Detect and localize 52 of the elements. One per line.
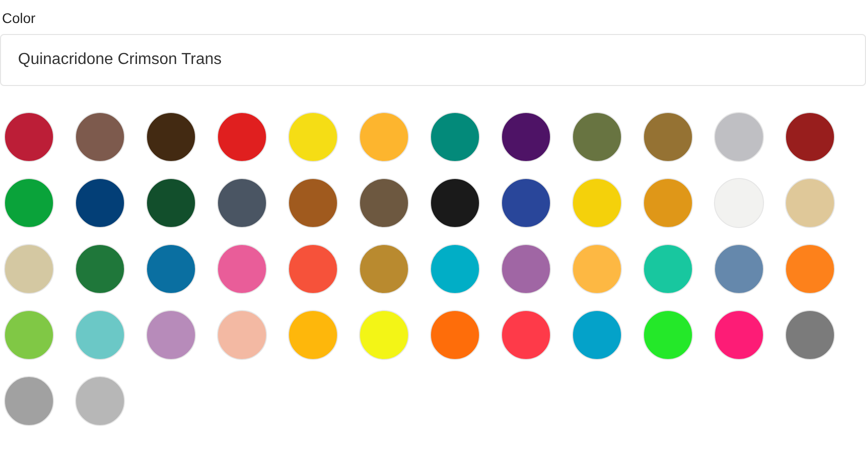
color-swatch[interactable] (359, 310, 409, 360)
color-swatch[interactable] (714, 310, 764, 360)
field-label: Color (2, 10, 36, 26)
color-swatch[interactable] (572, 244, 622, 294)
color-swatch[interactable] (146, 112, 196, 162)
color-swatch[interactable] (146, 244, 196, 294)
color-swatch[interactable] (785, 178, 835, 228)
color-swatch[interactable] (430, 112, 480, 162)
color-swatch[interactable] (572, 310, 622, 360)
color-swatch[interactable] (501, 310, 551, 360)
color-swatch[interactable] (714, 112, 764, 162)
color-swatch[interactable] (75, 112, 125, 162)
color-swatch[interactable] (785, 244, 835, 294)
color-swatch[interactable] (288, 112, 338, 162)
color-swatch[interactable] (501, 244, 551, 294)
color-name-field[interactable]: Quinacridone Crimson Trans (0, 34, 866, 86)
color-swatch[interactable] (714, 244, 764, 294)
color-swatch[interactable] (785, 310, 835, 360)
color-swatch[interactable] (501, 112, 551, 162)
color-swatch[interactable] (288, 244, 338, 294)
color-swatch[interactable] (75, 376, 125, 426)
color-swatch[interactable] (4, 178, 54, 228)
color-swatch[interactable] (572, 112, 622, 162)
color-swatch[interactable] (4, 376, 54, 426)
color-swatch[interactable] (643, 178, 693, 228)
color-swatch[interactable] (146, 178, 196, 228)
color-swatch[interactable] (430, 310, 480, 360)
color-swatch[interactable] (643, 244, 693, 294)
color-swatch[interactable] (501, 178, 551, 228)
color-swatch[interactable] (75, 310, 125, 360)
color-swatch[interactable] (359, 178, 409, 228)
color-swatch[interactable] (217, 310, 267, 360)
color-swatch[interactable] (785, 112, 835, 162)
color-swatch[interactable] (359, 244, 409, 294)
color-swatch[interactable] (430, 244, 480, 294)
color-swatch[interactable] (75, 244, 125, 294)
color-swatch[interactable] (288, 178, 338, 228)
color-swatch[interactable] (75, 178, 125, 228)
color-swatch[interactable] (217, 244, 267, 294)
color-swatch[interactable] (643, 112, 693, 162)
color-swatch[interactable] (359, 112, 409, 162)
color-swatch[interactable] (146, 310, 196, 360)
color-swatch[interactable] (217, 178, 267, 228)
color-swatch[interactable] (4, 112, 54, 162)
color-swatch[interactable] (430, 178, 480, 228)
color-swatch[interactable] (714, 178, 764, 228)
color-swatch[interactable] (572, 178, 622, 228)
color-swatch[interactable] (643, 310, 693, 360)
color-swatch[interactable] (4, 244, 54, 294)
color-swatch[interactable] (4, 310, 54, 360)
color-swatch[interactable] (288, 310, 338, 360)
color-swatch[interactable] (217, 112, 267, 162)
